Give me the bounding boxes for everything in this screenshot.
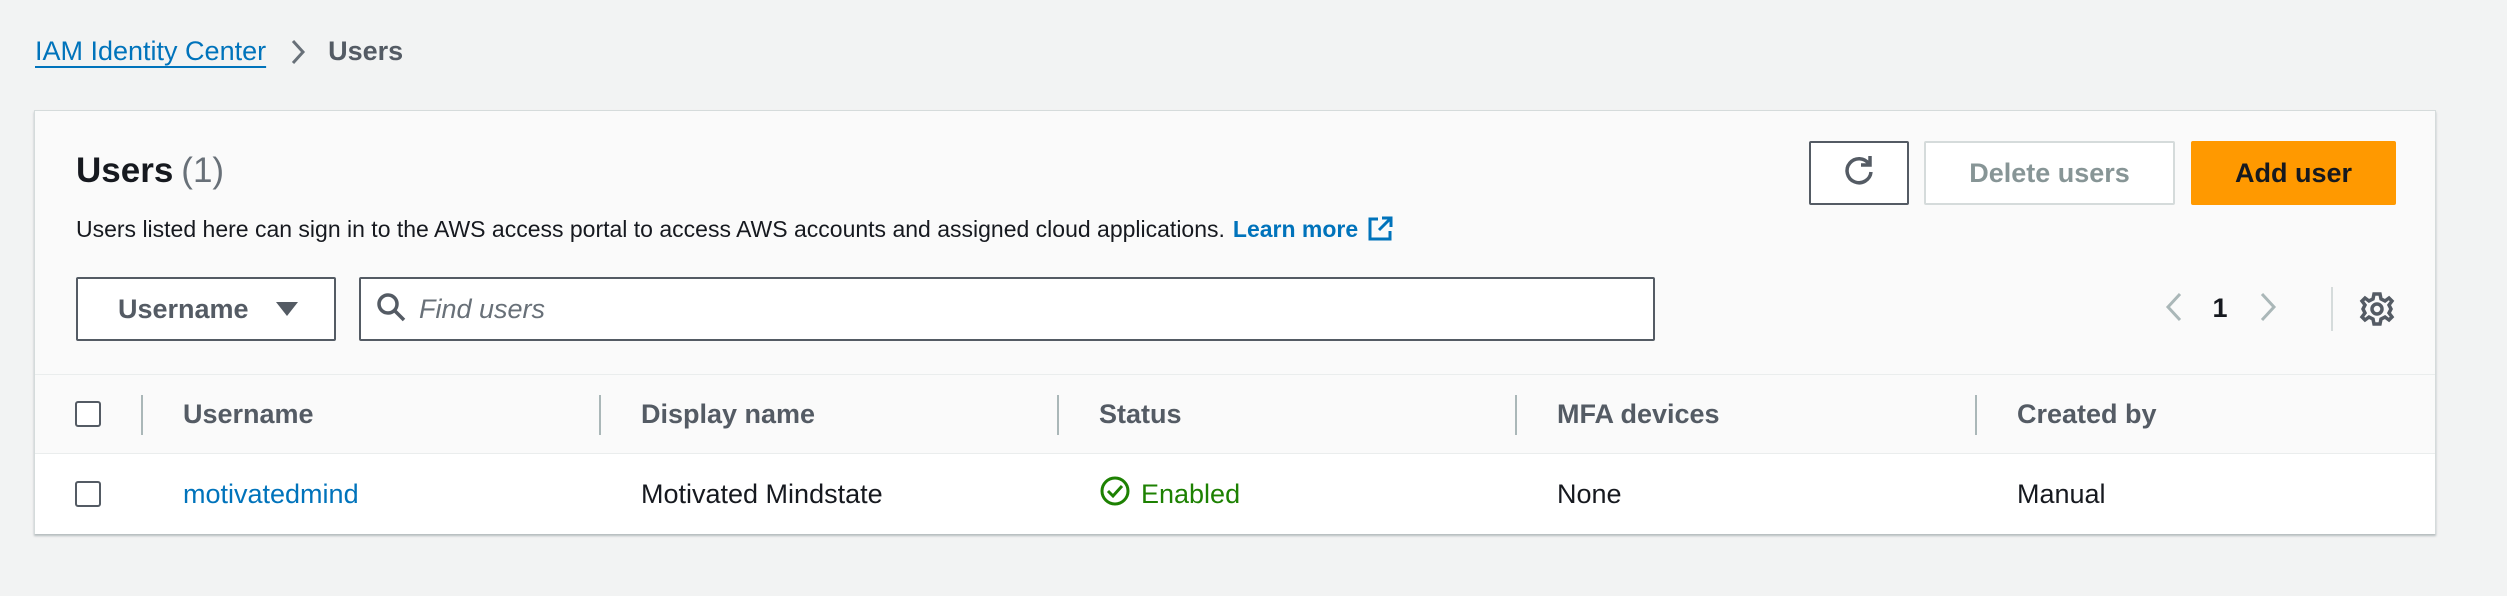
table-settings-button[interactable]	[2355, 289, 2399, 333]
next-page-button[interactable]	[2253, 289, 2283, 329]
username-link[interactable]: motivatedmind	[183, 454, 359, 534]
select-all-cell	[75, 375, 101, 453]
search-input[interactable]	[419, 293, 1619, 325]
gear-icon	[2359, 291, 2395, 332]
pager-divider	[2331, 287, 2333, 331]
column-divider[interactable]	[1515, 395, 1517, 435]
status-text: Enabled	[1141, 478, 1241, 509]
learn-more-link[interactable]: Learn more	[1233, 216, 1358, 243]
delete-users-button[interactable]: Delete users	[1924, 141, 2175, 205]
row-checkbox[interactable]	[75, 481, 101, 507]
users-table: Username Display name Status MFA devices…	[35, 375, 2435, 534]
column-header-display-name[interactable]: Display name	[641, 375, 815, 453]
current-page-number[interactable]: 1	[2205, 293, 2235, 324]
property-filter-value: Username	[118, 293, 249, 324]
chevron-right-icon	[2259, 291, 2277, 328]
column-divider[interactable]	[1057, 395, 1059, 435]
chevron-left-icon	[2165, 291, 2183, 328]
user-count: (1)	[181, 151, 225, 190]
panel-description: Users listed here can sign in to the AWS…	[76, 215, 1394, 243]
search-icon	[375, 291, 407, 328]
previous-page-button[interactable]	[2159, 289, 2189, 329]
column-divider[interactable]	[1975, 395, 1977, 435]
column-header-status[interactable]: Status	[1099, 375, 1182, 453]
breadcrumb-current: Users	[328, 36, 404, 66]
chevron-right-icon	[290, 38, 306, 66]
add-user-button[interactable]: Add user	[2191, 141, 2396, 205]
description-text: Users listed here can sign in to the AWS…	[76, 215, 1225, 242]
select-all-checkbox[interactable]	[75, 401, 101, 427]
property-filter-select[interactable]: Username	[76, 277, 336, 341]
panel-header: Users (1) Users listed here can sign in t…	[35, 111, 2435, 375]
column-divider	[141, 395, 143, 435]
column-header-mfa-devices[interactable]: MFA devices	[1557, 375, 1720, 453]
column-divider[interactable]	[599, 395, 601, 435]
page-title: Users (1)	[76, 151, 224, 191]
display-name-cell: Motivated Mindstate	[641, 478, 883, 509]
search-box[interactable]	[359, 277, 1655, 341]
refresh-button[interactable]	[1809, 141, 1909, 205]
breadcrumb-iam-identity-center[interactable]: IAM Identity Center	[35, 36, 266, 67]
mfa-devices-cell: None	[1557, 478, 1622, 509]
column-header-username[interactable]: Username	[183, 375, 314, 453]
users-panel: Users (1) Users listed here can sign in t…	[34, 110, 2436, 534]
table-row: motivatedmind Motivated Mindstate Enable…	[35, 454, 2435, 534]
refresh-icon	[1841, 152, 1877, 195]
created-by-cell: Manual	[2017, 478, 2106, 509]
page-title-text: Users	[76, 151, 174, 190]
caret-down-icon	[275, 301, 299, 317]
status-cell: Enabled	[1099, 454, 1240, 534]
external-link-icon[interactable]	[1366, 215, 1394, 243]
column-header-created-by[interactable]: Created by	[2017, 375, 2157, 453]
breadcrumb: IAM Identity Center Users	[35, 36, 403, 67]
table-header-row: Username Display name Status MFA devices…	[35, 375, 2435, 454]
row-select-cell	[75, 454, 101, 534]
status-success-icon	[1099, 475, 1141, 514]
